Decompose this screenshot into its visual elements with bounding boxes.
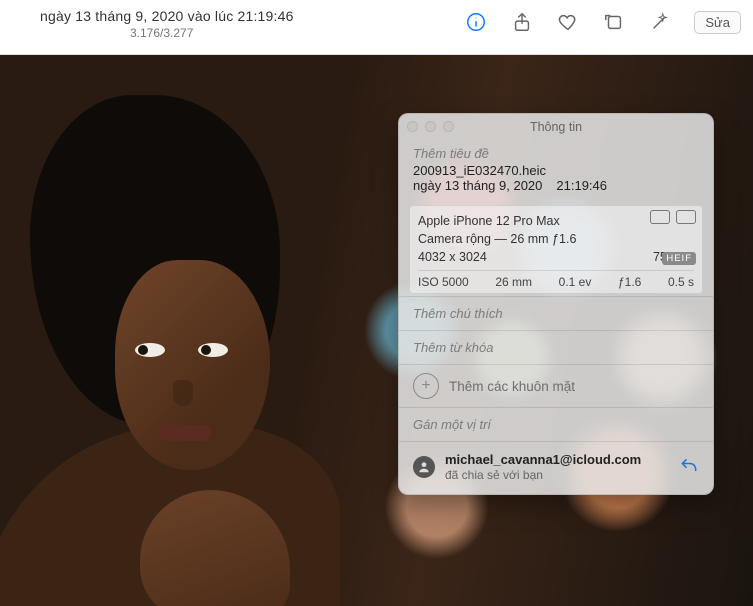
avatar xyxy=(413,456,435,478)
reply-icon xyxy=(679,456,699,476)
info-panel: Thông tin Thêm tiêu đề 200913_iE032470.h… xyxy=(398,113,714,495)
info-header-section: Thêm tiêu đề 200913_iE032470.heic ngày 1… xyxy=(399,140,713,199)
add-faces-label: Thêm các khuôn mặt xyxy=(449,379,575,394)
file-datetime: ngày 13 tháng 9, 2020 21:19:46 xyxy=(413,178,699,193)
window-traffic-lights[interactable] xyxy=(407,121,454,132)
exif-aperture: ƒ1.6 xyxy=(618,275,641,289)
location-input[interactable]: Gán một vị trí xyxy=(399,407,713,441)
toolbar-tools: Sửa xyxy=(464,10,741,34)
favorite-button[interactable] xyxy=(556,10,580,34)
shared-text: michael_cavanna1@icloud.com đã chia sẻ v… xyxy=(445,452,669,482)
close-icon[interactable] xyxy=(407,121,418,132)
keyword-input[interactable]: Thêm từ khóa xyxy=(399,330,713,364)
shared-email: michael_cavanna1@icloud.com xyxy=(445,452,669,468)
share-button[interactable] xyxy=(510,10,534,34)
photo-datetime: ngày 13 tháng 9, 2020 vào lúc 21:19:46 3… xyxy=(40,8,294,41)
zoom-icon[interactable] xyxy=(443,121,454,132)
camera-dimensions: 4032 x 3024 xyxy=(418,248,487,266)
reply-button[interactable] xyxy=(679,456,699,479)
photo-subject xyxy=(0,95,330,606)
enhance-button[interactable] xyxy=(648,10,672,34)
info-icon xyxy=(465,11,487,33)
info-panel-title: Thông tin xyxy=(530,120,582,134)
add-faces-row[interactable]: + Thêm các khuôn mặt xyxy=(399,364,713,407)
shared-subtitle: đã chia sẻ với bạn xyxy=(445,468,669,482)
plus-icon[interactable]: + xyxy=(413,373,439,399)
description-input[interactable]: Thêm chú thích xyxy=(399,296,713,330)
photo-counter: 3.176/3.277 xyxy=(130,26,294,41)
shared-by-row: michael_cavanna1@icloud.com đã chia sẻ v… xyxy=(399,441,713,494)
share-icon xyxy=(511,11,533,33)
exif-focal: 26 mm xyxy=(495,275,532,289)
edit-button[interactable]: Sửa xyxy=(694,11,741,34)
info-panel-titlebar[interactable]: Thông tin xyxy=(399,114,713,140)
minimize-icon[interactable] xyxy=(425,121,436,132)
filename-label: 200913_iE032470.heic xyxy=(413,163,699,178)
heart-icon xyxy=(557,11,579,33)
rotate-icon xyxy=(603,11,625,33)
rotate-button[interactable] xyxy=(602,10,626,34)
photo-date-text: ngày 13 tháng 9, 2020 vào lúc 21:19:46 xyxy=(40,8,294,26)
file-date: ngày 13 tháng 9, 2020 xyxy=(413,178,542,193)
toolbar: ngày 13 tháng 9, 2020 vào lúc 21:19:46 3… xyxy=(0,0,753,55)
info-button[interactable] xyxy=(464,10,488,34)
exif-row: ISO 5000 26 mm 0.1 ev ƒ1.6 0.5 s xyxy=(418,270,694,289)
wand-icon xyxy=(649,11,671,33)
camera-info-block: Apple iPhone 12 Pro Max Camera rộng — 26… xyxy=(409,205,703,294)
metering-icon xyxy=(676,210,696,224)
camera-device: Apple iPhone 12 Pro Max xyxy=(418,212,560,230)
exif-iso: ISO 5000 xyxy=(418,275,469,289)
camera-lens: Camera rộng — 26 mm ƒ1.6 xyxy=(418,230,576,248)
file-time: 21:19:46 xyxy=(556,178,607,193)
person-icon xyxy=(417,460,431,474)
exif-ev: 0.1 ev xyxy=(559,275,592,289)
title-input[interactable]: Thêm tiêu đề xyxy=(413,146,699,161)
exif-shutter: 0.5 s xyxy=(668,275,694,289)
format-badge: HEIF xyxy=(662,252,696,265)
whitebalance-icon xyxy=(650,210,670,224)
